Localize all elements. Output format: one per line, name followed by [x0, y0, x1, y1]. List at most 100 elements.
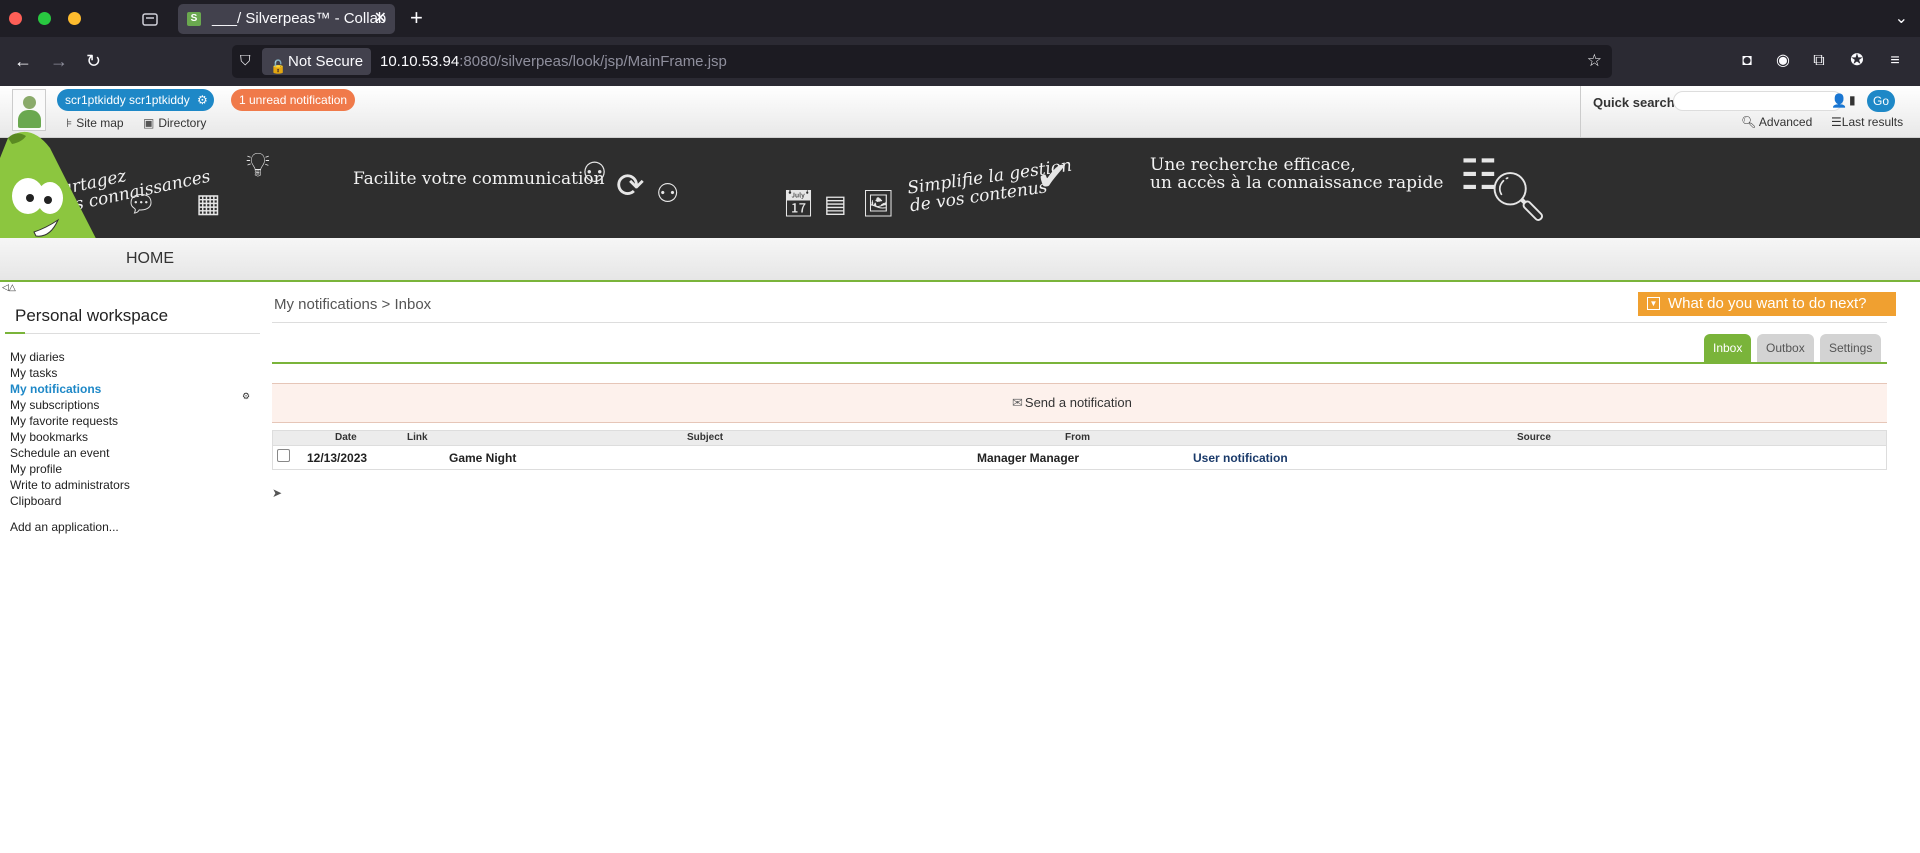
url-text[interactable]: 10.10.53.94:8080/silverpeas/look/jsp/Mai… — [380, 45, 727, 78]
banner-text-search: Une recherche efficace, un accès à la con… — [1150, 155, 1444, 193]
sidebar-title-divider — [5, 332, 260, 334]
user-search-icon[interactable]: 👤 — [1831, 93, 1847, 109]
quick-search-label: Quick search — [1593, 95, 1675, 110]
checkmark-icon: ✔ — [1036, 155, 1070, 199]
breadcrumb-divider — [272, 322, 1887, 323]
url-path: :8080/silverpeas/look/jsp/MainFrame.jsp — [459, 53, 727, 70]
what-next-label: What do you want to do next? — [1668, 295, 1867, 312]
pocket-icon[interactable]: ◘ — [1736, 50, 1758, 72]
close-tab-icon[interactable]: ✕ — [374, 4, 387, 34]
magnifier-doodle-icon: 🔍︎ — [1488, 171, 1549, 224]
maximize-window-button[interactable] — [38, 12, 51, 25]
sidebar-title: Personal workspace — [15, 306, 169, 325]
sidebar-item-my-profile[interactable]: My profile — [10, 462, 62, 476]
speech-bubble-icon: 💬︎ — [126, 191, 157, 218]
breadcrumb-my-notifications[interactable]: My notifications — [274, 296, 377, 313]
go-button[interactable]: Go — [1867, 90, 1895, 112]
new-tab-button[interactable]: + — [410, 5, 423, 31]
refresh-doodle-icon: ⟳ — [616, 167, 645, 205]
advanced-search-link[interactable]: 🔍︎ Advanced — [1741, 115, 1812, 129]
notifications-table: Date Link Subject From Source 12/13/2023… — [272, 430, 1887, 470]
back-icon[interactable]: ← — [14, 49, 32, 73]
silverpeas-favicon-icon: S — [187, 12, 201, 26]
gear-icon[interactable]: ⚙ — [197, 89, 208, 111]
not-secure-indicator[interactable]: 🔓 Not Secure — [262, 48, 372, 75]
url-host: 10.10.53.94 — [380, 53, 460, 70]
sidebar-item-my-notifications[interactable]: My notifications — [10, 382, 101, 396]
search-icon: 🔍︎ — [1741, 115, 1757, 129]
close-window-button[interactable] — [9, 12, 22, 25]
picture-doodle-icon: 🖼︎ — [862, 188, 896, 218]
sidebar-item-my-tasks[interactable]: My tasks — [10, 366, 57, 380]
sidebar-item-schedule-an-event[interactable]: Schedule an event — [10, 446, 109, 460]
tab-title: ___/ Silverpeas™ - Collab — [212, 10, 387, 27]
minimize-window-button[interactable] — [68, 12, 81, 25]
quick-search-input[interactable] — [1673, 91, 1843, 111]
url-bar[interactable]: ⛉ 🔓 Not Secure 10.10.53.94:8080/silverpe… — [232, 45, 1612, 78]
row-from: Manager Manager — [977, 451, 1080, 465]
sidebar-item-my-favorite-requests[interactable]: My favorite requests — [10, 414, 118, 428]
what-next-button[interactable]: ▼ What do you want to do next? — [1638, 292, 1896, 316]
tab-outbox[interactable]: Outbox — [1757, 334, 1814, 362]
tabs-divider — [272, 362, 1887, 364]
browser-tab-bar: S ___/ Silverpeas™ - Collab ✕ + ⌄ — [0, 0, 1920, 37]
forward-icon[interactable]: → — [50, 49, 68, 73]
sidebar-item-my-subscriptions[interactable]: My subscriptions — [10, 398, 99, 412]
breadcrumb-inbox: Inbox — [394, 296, 432, 313]
unread-notification-badge[interactable]: 1 unread notification — [231, 89, 356, 111]
extensions-icon[interactable]: ⧉ — [1808, 50, 1830, 72]
browser-tab-active[interactable]: S ___/ Silverpeas™ - Collab ✕ — [178, 4, 395, 34]
collapse-sidebar-icon[interactable]: ◁△ — [2, 282, 16, 293]
shield-icon[interactable]: ⛉ — [240, 52, 258, 70]
avatar[interactable] — [12, 89, 46, 131]
menu-icon[interactable]: ≡ — [1884, 50, 1906, 72]
column-header-link[interactable]: Link — [407, 432, 428, 443]
account-icon[interactable]: ◉ — [1772, 50, 1794, 72]
list-icon: ☰ — [1831, 115, 1842, 129]
lightbulb-icon: 💡︎ — [246, 146, 270, 184]
browser-nav-bar: ← → ↻ ⛉ 🔓 Not Secure 10.10.53.94:8080/si… — [0, 37, 1920, 86]
sidebar-item-clipboard[interactable]: Clipboard — [10, 494, 61, 508]
tab-list-icon[interactable] — [140, 9, 160, 29]
column-header-date[interactable]: Date — [335, 432, 357, 443]
column-header-source[interactable]: Source — [1517, 432, 1551, 443]
breadcrumb: My notifications > Inbox — [274, 296, 431, 313]
image-doodle-icon: ▦ — [196, 188, 221, 218]
addon-icon[interactable]: ✪ — [1846, 50, 1868, 72]
directory-link[interactable]: ▣ Directory — [143, 116, 206, 130]
envelope-icon: ✉ — [1012, 395, 1023, 410]
sidebar-item-options-icon[interactable]: ⚙ — [242, 391, 250, 402]
breadcrumb-separator: > — [381, 296, 391, 313]
mouse-cursor-icon: ➤ — [272, 486, 283, 500]
classification-icon[interactable]: ▮ — [1849, 93, 1856, 107]
reload-icon[interactable]: ↻ — [86, 49, 101, 73]
chevron-down-icon[interactable]: ⌄ — [1895, 8, 1908, 28]
person-doodle-icon: ⚇ — [656, 178, 680, 208]
star-icon[interactable]: ☆ — [1587, 51, 1602, 71]
table-header: Date Link Subject From Source — [273, 431, 1886, 446]
row-date: 12/13/2023 — [307, 451, 368, 465]
home-menu-item[interactable]: HOME — [126, 250, 174, 268]
row-select-checkbox[interactable] — [277, 449, 290, 462]
sidebar-item-my-bookmarks[interactable]: My bookmarks — [10, 430, 88, 444]
chevron-down-icon: ▼ — [1647, 297, 1660, 310]
add-application-link[interactable]: Add an application... — [10, 520, 119, 534]
tab-settings[interactable]: Settings — [1820, 334, 1882, 362]
last-results-link[interactable]: ☰Last results — [1831, 115, 1903, 129]
people-icon: ⚇ — [582, 157, 608, 188]
row-subject[interactable]: Game Night — [449, 451, 516, 465]
column-header-subject[interactable]: Subject — [687, 432, 723, 443]
directory-icon: ▣ — [143, 116, 155, 130]
row-source[interactable]: User notification — [1193, 451, 1288, 465]
document-doodle-icon: ▤ — [824, 191, 847, 218]
send-notification-button[interactable]: ✉ Send a notification — [1012, 395, 1132, 411]
column-header-from[interactable]: From — [1065, 432, 1090, 443]
lock-insecure-icon: 🔓 — [270, 59, 287, 74]
sidebar-item-write-to-administrators[interactable]: Write to administrators — [10, 478, 130, 492]
not-secure-label: Not Secure — [288, 53, 364, 70]
tab-inbox[interactable]: Inbox — [1704, 334, 1752, 362]
action-bar: ✉ Send a notification — [272, 383, 1887, 423]
calendar-icon: 📅︎ — [782, 188, 816, 218]
sidebar-item-my-diaries[interactable]: My diaries — [10, 350, 65, 364]
user-menu-button[interactable]: scr1ptkiddy scr1ptkiddy ⚙ — [57, 89, 214, 111]
